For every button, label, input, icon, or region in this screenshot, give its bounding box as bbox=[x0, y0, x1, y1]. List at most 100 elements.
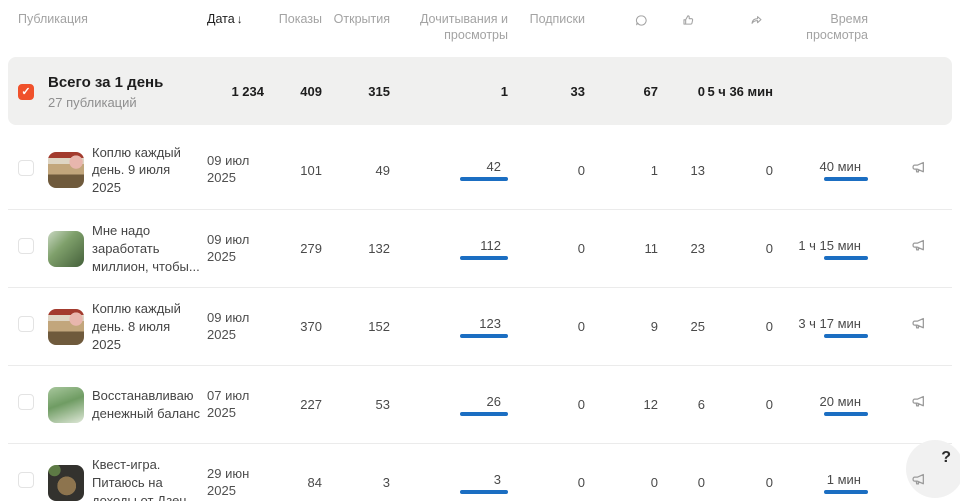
megaphone-icon bbox=[910, 236, 930, 256]
shares-value: 0 bbox=[705, 163, 773, 178]
column-header-likes[interactable] bbox=[658, 12, 705, 34]
view-time-progress-bar bbox=[824, 490, 868, 494]
table-row: Коплю каждый день. 8 июля 2025 09 июл 20… bbox=[8, 287, 952, 365]
publication-title[interactable]: Коплю каждый день. 8 июля 2025 bbox=[92, 300, 207, 353]
subscriptions-value: 0 bbox=[508, 241, 585, 256]
view-time-value: 40 мин bbox=[820, 159, 868, 181]
summary-comments: 33 bbox=[508, 84, 585, 99]
view-time-value: 1 мин bbox=[824, 472, 868, 494]
publication-title[interactable]: Мне надо заработать миллион, чтобы... bbox=[92, 222, 207, 275]
publication-thumbnail[interactable] bbox=[48, 231, 84, 267]
shows-value: 370 bbox=[264, 319, 322, 334]
view-time-progress-bar bbox=[824, 256, 868, 260]
comments-value: 11 bbox=[585, 241, 658, 256]
row-checkbox[interactable] bbox=[18, 394, 34, 410]
view-time-value: 3 ч 17 мин bbox=[798, 316, 868, 338]
row-checkbox[interactable] bbox=[18, 238, 34, 254]
sort-desc-icon: ↓ bbox=[237, 12, 243, 26]
column-header-comments[interactable] bbox=[585, 12, 658, 34]
publication-date: 09 июл 2025 bbox=[207, 310, 264, 344]
opens-value: 152 bbox=[322, 319, 390, 334]
view-time-value: 1 ч 15 мин bbox=[798, 238, 868, 260]
summary-view-time: 5 ч 36 мин bbox=[705, 84, 773, 99]
summary-likes: 67 bbox=[585, 84, 658, 99]
megaphone-icon bbox=[910, 392, 930, 412]
summary-shares: 0 bbox=[658, 84, 705, 99]
reads-value: 112 bbox=[460, 238, 508, 260]
column-header-date[interactable]: Дата↓ bbox=[207, 12, 264, 28]
publication-thumbnail[interactable] bbox=[48, 152, 84, 188]
table-row: Квест-игра. Питаюсь на доходы от Дзен ..… bbox=[8, 443, 952, 501]
row-checkbox[interactable] bbox=[18, 472, 34, 488]
select-all-checkbox[interactable]: ✓ bbox=[18, 84, 34, 100]
subscriptions-value: 0 bbox=[508, 397, 585, 412]
reads-value: 3 bbox=[460, 472, 508, 494]
shares-value: 0 bbox=[705, 397, 773, 412]
promote-button[interactable] bbox=[868, 314, 942, 339]
reads-progress-bar bbox=[460, 177, 508, 181]
like-icon bbox=[680, 12, 697, 29]
table-row: Коплю каждый день. 9 июля 2025 09 июл 20… bbox=[8, 131, 952, 209]
comments-value: 0 bbox=[585, 475, 658, 490]
likes-value: 6 bbox=[658, 397, 705, 412]
comments-value: 12 bbox=[585, 397, 658, 412]
summary-reads: 315 bbox=[322, 84, 390, 99]
comments-value: 9 bbox=[585, 319, 658, 334]
comment-icon bbox=[633, 12, 650, 29]
opens-value: 53 bbox=[322, 397, 390, 412]
opens-value: 3 bbox=[322, 475, 390, 490]
promote-button[interactable] bbox=[868, 236, 942, 261]
publications-stats-table: Публикация Дата↓ Показы Открытия Дочитыв… bbox=[8, 0, 952, 501]
reads-progress-bar bbox=[460, 490, 508, 494]
publication-date: 09 июл 2025 bbox=[207, 153, 264, 187]
reads-value: 123 bbox=[460, 316, 508, 338]
view-time-progress-bar bbox=[824, 412, 868, 416]
promote-button[interactable] bbox=[868, 158, 942, 183]
column-header-opens[interactable]: Открытия bbox=[322, 12, 390, 28]
row-checkbox[interactable] bbox=[18, 160, 34, 176]
likes-value: 0 bbox=[658, 475, 705, 490]
opens-value: 132 bbox=[322, 241, 390, 256]
likes-value: 13 bbox=[658, 163, 705, 178]
table-header: Публикация Дата↓ Показы Открытия Дочитыв… bbox=[8, 0, 952, 57]
column-header-view-time[interactable]: Время просмотра bbox=[773, 12, 868, 43]
shares-value: 0 bbox=[705, 475, 773, 490]
column-header-reads[interactable]: Дочитывания и просмотры bbox=[390, 12, 508, 43]
table-row: Мне надо заработать миллион, чтобы... 09… bbox=[8, 209, 952, 287]
publication-title[interactable]: Квест-игра. Питаюсь на доходы от Дзен ..… bbox=[92, 456, 207, 501]
row-checkbox[interactable] bbox=[18, 316, 34, 332]
reads-value: 26 bbox=[460, 394, 508, 416]
view-time-progress-bar bbox=[824, 177, 868, 181]
subscriptions-value: 0 bbox=[508, 319, 585, 334]
column-header-subscriptions[interactable]: Подписки bbox=[508, 12, 585, 28]
publication-list: Коплю каждый день. 9 июля 2025 09 июл 20… bbox=[8, 131, 952, 501]
reads-value: 42 bbox=[460, 159, 508, 181]
megaphone-icon bbox=[910, 470, 930, 490]
promote-button[interactable] bbox=[868, 470, 942, 495]
publication-title[interactable]: Восстанавливаю денежный баланс bbox=[92, 387, 207, 422]
likes-value: 23 bbox=[658, 241, 705, 256]
shares-value: 0 bbox=[705, 319, 773, 334]
publication-thumbnail[interactable] bbox=[48, 387, 84, 423]
subscriptions-value: 0 bbox=[508, 475, 585, 490]
reads-progress-bar bbox=[460, 334, 508, 338]
column-header-shares[interactable] bbox=[705, 12, 773, 34]
publication-thumbnail[interactable] bbox=[48, 465, 84, 501]
promote-button[interactable] bbox=[868, 392, 942, 417]
megaphone-icon bbox=[910, 158, 930, 178]
comments-value: 1 bbox=[585, 163, 658, 178]
summary-title: Всего за 1 день bbox=[48, 73, 207, 93]
summary-subscriptions: 1 bbox=[390, 84, 508, 99]
publication-date: 29 июн 2025 bbox=[207, 466, 264, 500]
shares-value: 0 bbox=[705, 241, 773, 256]
column-header-publication[interactable]: Публикация bbox=[18, 12, 207, 28]
shows-value: 279 bbox=[264, 241, 322, 256]
share-icon bbox=[748, 12, 765, 29]
publication-thumbnail[interactable] bbox=[48, 309, 84, 345]
megaphone-icon bbox=[910, 314, 930, 334]
column-header-shows[interactable]: Показы bbox=[264, 12, 322, 28]
likes-value: 25 bbox=[658, 319, 705, 334]
shows-value: 84 bbox=[264, 475, 322, 490]
publication-title[interactable]: Коплю каждый день. 9 июля 2025 bbox=[92, 144, 207, 197]
reads-progress-bar bbox=[460, 256, 508, 260]
